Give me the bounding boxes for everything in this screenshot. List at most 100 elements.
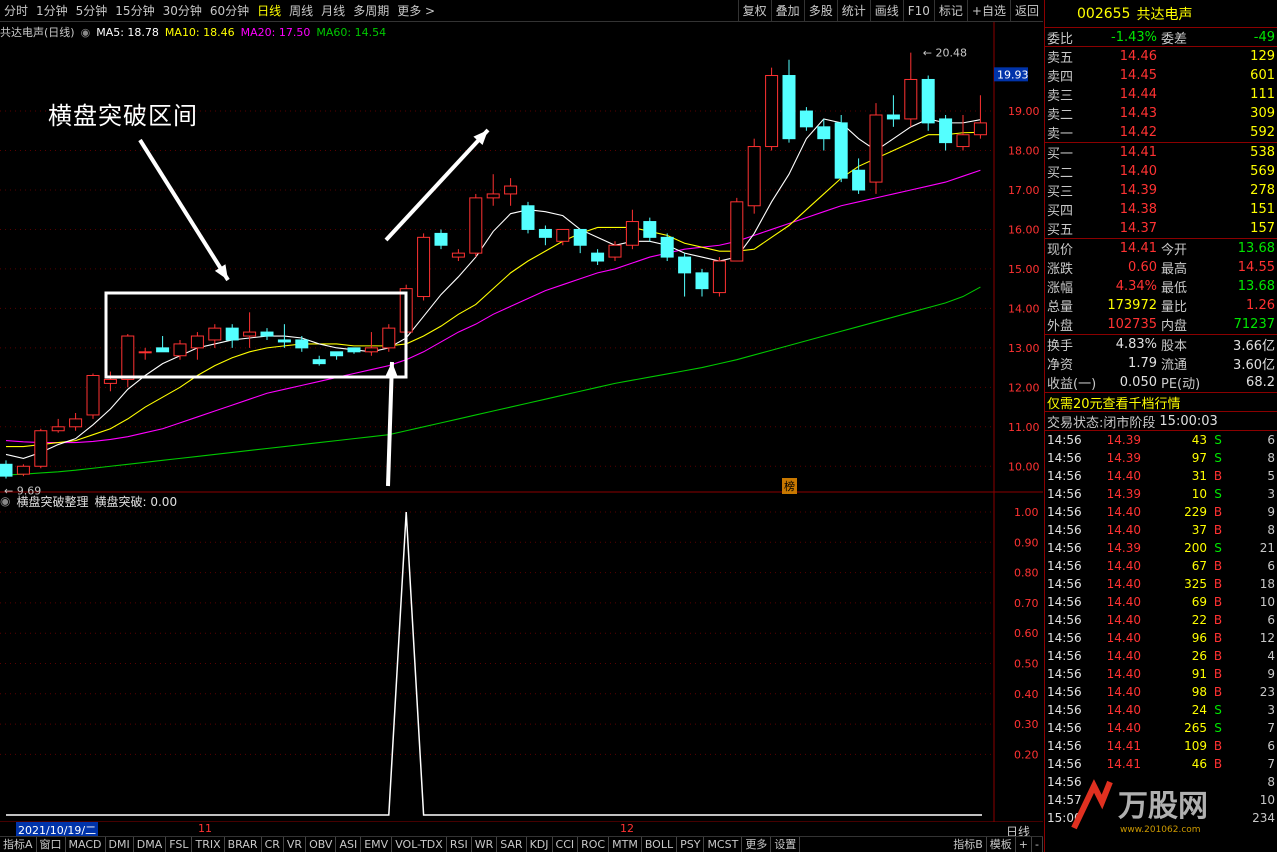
candle-body [330,351,344,357]
indicator-action-3[interactable]: - [1032,837,1043,852]
candle-30 [521,201,535,234]
stat-label-2: 最高 [1161,262,1188,277]
indicator-tab-1[interactable]: 窗口 [37,837,66,852]
indicator-tab-21[interactable]: BOLL [642,837,678,852]
bid-price: 14.37 [1119,221,1157,236]
candle-body [190,335,204,349]
candle-29 [504,178,518,206]
indicator-tab-23[interactable]: MCST [704,837,743,852]
promo-link[interactable]: 仅需20元查看千档行情 [1045,393,1277,412]
tick-row-15: 14:56 14.40 24 S 3 [1045,701,1277,719]
tick-side: B [1213,685,1223,699]
tick-price: 14.40 [1106,631,1141,645]
candle-5 [86,373,100,419]
indicator-tab-5[interactable]: FSL [166,837,193,852]
indicator-tab-20[interactable]: MTM [609,837,642,852]
quote-panel: 002655 共达电声 委比 -1.43% 委差 -49 卖五 14.46 129 卖… [1044,0,1277,852]
stat-value-2: 13.68 [1237,279,1275,294]
candle-39 [678,253,692,297]
candle-36 [625,209,639,250]
tick-volume: 325 [1184,577,1207,591]
tick-price: 14.39 [1106,487,1141,501]
indicator-tab-10[interactable]: OBV [306,837,337,852]
indicator-settings-icon[interactable]: ◉ [0,494,10,508]
indicator-tab-18[interactable]: CCI [553,837,579,852]
candle-body [643,221,657,238]
indicator-action-0[interactable]: 指标B [950,837,987,852]
indicator-tab-15[interactable]: WR [472,837,498,852]
indicator-tab-17[interactable]: KDJ [527,837,553,852]
indicator-tab-8[interactable]: CR [262,837,284,852]
candle-body [973,122,987,136]
sub-tick-0: 0.20 [1014,748,1039,761]
tick-volume: 98 [1191,685,1207,699]
stat-value-2: 13.68 [1237,241,1275,256]
indicator-tab-3[interactable]: DMI [106,837,134,852]
ask-row-1: 卖四 14.45 601 [1045,66,1277,85]
candle-body [591,252,605,262]
tick-time: 14:56 [1047,613,1082,627]
tick-row-14: 14:56 14.40 98 B 23 [1045,683,1277,701]
indicator-tab-13[interactable]: VOL-TDX [392,837,447,852]
candle-body [660,236,674,258]
indicator-action-2[interactable]: + [1016,837,1033,852]
candle-body [869,114,883,183]
price-tick-6: 16.00 [1008,223,1040,236]
fin-row-2: 收益(一) 0.050 PE(动) 68.2 [1045,373,1277,392]
indicator-tab-0[interactable]: 指标A [0,837,37,852]
indicator-tab-25[interactable]: 设置 [771,837,801,852]
candle-44 [765,67,779,151]
tick-side: S [1214,487,1222,501]
tick-count: 7 [1267,757,1275,771]
tick-list[interactable]: 14:56 14.39 43 S 6 14:56 14.39 97 S 8 14:56 14.40 31… [1045,431,1277,827]
tick-count: 6 [1267,433,1275,447]
tick-row-16: 14:56 14.40 265 S 7 [1045,719,1277,737]
tick-side: B [1213,667,1223,681]
bid-label: 买一 [1047,147,1074,162]
candle-body [852,169,866,191]
rank-badge[interactable]: 榜 [782,478,797,494]
stat-label: 现价 [1047,243,1074,258]
arrow-signal-head [385,362,398,377]
indicator-tab-16[interactable]: SAR [497,837,527,852]
indicator-tab-19[interactable]: ROC [578,837,610,852]
indicator-tab-6[interactable]: TRIX [192,837,225,852]
tick-count: 3 [1267,703,1275,717]
indicator-tab-12[interactable]: EMV [361,837,393,852]
ask-volume: 111 [1250,87,1275,102]
tick-price: 14.40 [1106,577,1141,591]
arrow-signal [385,361,398,487]
candle-11 [190,332,204,360]
indicator-tab-4[interactable]: DMA [134,837,167,852]
indicator-tab-14[interactable]: RSI [447,837,472,852]
indicator-tab-9[interactable]: VR [284,837,307,852]
indicator-tab-11[interactable]: ASI [336,837,362,852]
indicator-tab-2[interactable]: MACD [66,837,106,852]
candle-26 [451,249,465,262]
weicha-value: -49 [1253,29,1275,45]
candle-body [817,126,831,140]
candle-body [695,272,709,290]
indicator-action-1[interactable]: 模板 [987,837,1016,852]
tick-count: 3 [1267,487,1275,501]
tick-time: 14:56 [1047,721,1082,735]
stat-row-2: 涨幅 4.34% 最低 13.68 [1045,277,1277,296]
tick-time: 14:56 [1047,451,1082,465]
ask-label: 卖四 [1047,70,1074,85]
bid-price: 14.38 [1119,202,1157,217]
weibi-label: 委比 [1047,31,1074,47]
logo-brand: 万股网 [1118,789,1208,824]
indicator-tab-22[interactable]: PSY [677,837,705,852]
tick-count: 8 [1267,523,1275,537]
price-tick-9: 19.00 [1008,105,1040,118]
tick-row-11: 14:56 14.40 96 B 12 [1045,629,1277,647]
weicha-label: 委差 [1161,31,1188,47]
indicator-panel: 0.20 0.30 0.40 0.50 0.60 0.70 0.80 0.90 1.00 [0,506,1039,816]
tick-side: B [1213,631,1223,645]
candle-17 [295,336,309,352]
tick-volume: 22 [1191,613,1207,627]
tick-side: B [1213,649,1223,663]
tick-volume: 37 [1191,523,1207,537]
indicator-tab-7[interactable]: BRAR [225,837,262,852]
indicator-tab-24[interactable]: 更多 [742,837,772,852]
